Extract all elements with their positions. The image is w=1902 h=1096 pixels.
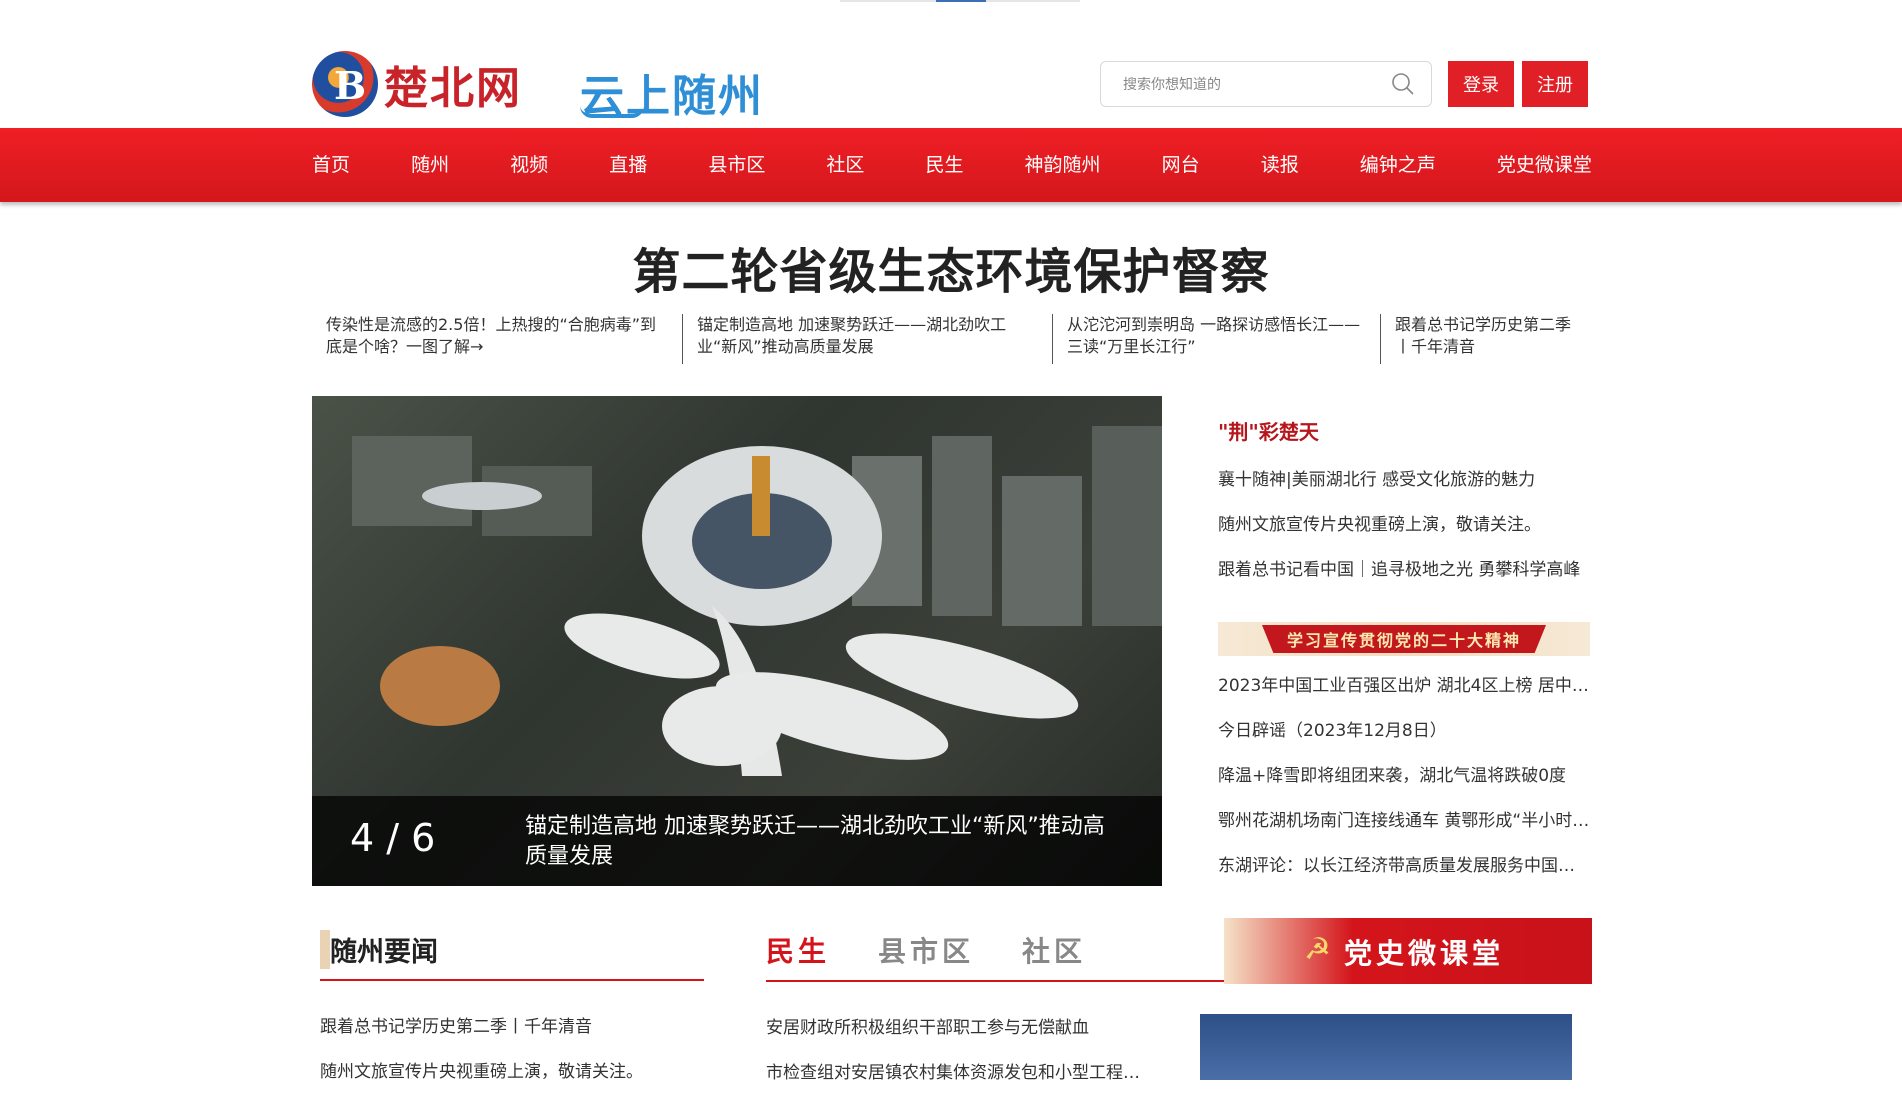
login-button[interactable]: 登录 (1448, 61, 1514, 107)
subhead-link[interactable]: 传染性是流感的2.5倍！上热搜的“合胞病毒”到底是个啥？一图了解→ (312, 314, 682, 364)
site-header: B 楚北网 云上随州 登录 注册 (312, 48, 1588, 122)
headline[interactable]: 第二轮省级生态环境保护督察 (0, 232, 1902, 302)
logo-mark-icon: B (312, 51, 378, 117)
list-item[interactable]: 2023年中国工业百强区出炉 湖北4区上榜 居中部第一 (1218, 664, 1590, 709)
subhead-link[interactable]: 锚定制造高地 加速聚势跃迁——湖北劲吹工业“新风”推动高质量发展 (682, 314, 1052, 364)
nav-item-video[interactable]: 视频 (510, 128, 548, 202)
nav-item-home[interactable]: 首页 (312, 128, 350, 202)
list-item[interactable]: 襄十随神|美丽湖北行 感受文化旅游的魅力 (1218, 458, 1590, 503)
hammer-sickle-icon: ☭ (1304, 932, 1331, 967)
party-banner-text: 党史微课堂 (1344, 937, 1505, 970)
logo-text: 楚北网 (384, 63, 522, 114)
list-item[interactable]: 降温+降雪即将组团来袭，湖北气温将跌破0度 (1218, 754, 1590, 799)
nav-item-live[interactable]: 直播 (609, 128, 647, 202)
news-list: 跟着总书记学历史第二季丨千年清音 随州文旅宣传片央视重磅上演，敬请关注。 (320, 1005, 704, 1095)
list-item[interactable]: 跟着总书记看中国｜追寻极地之光 勇攀科学高峰 (1218, 548, 1590, 593)
top-progress-active (936, 0, 986, 2)
tab-community[interactable]: 社区 (1022, 930, 1086, 984)
nav-item-tv[interactable]: 网台 (1162, 128, 1200, 202)
slide-caption-bar: 4 / 6 锚定制造高地 加速聚势跃迁——湖北劲吹工业“新风”推动高质量发展 (312, 796, 1162, 886)
slide-caption[interactable]: 锚定制造高地 加速聚势跃迁——湖北劲吹工业“新风”推动高质量发展 (525, 812, 1125, 872)
list-item[interactable]: 随州文旅宣传片央视重磅上演，敬请关注。 (1218, 503, 1590, 548)
list-item[interactable]: 东湖评论：以长江经济带高质量发展服务中国式现代化 (1218, 844, 1590, 889)
site-logo[interactable]: B 楚北网 (312, 48, 542, 120)
top-progress-line (840, 0, 1080, 2)
search-icon[interactable] (1391, 72, 1415, 96)
tab-livelihood[interactable]: 民生 (766, 930, 830, 984)
nav-item-party-history[interactable]: 党史微课堂 (1497, 128, 1592, 202)
list-item[interactable]: 鄂州花湖机场南门连接线通车 黄鄂形成“半小时经济圈” (1218, 799, 1590, 844)
list-item[interactable]: 今日辟谣（2023年12月8日） (1218, 709, 1590, 754)
main-nav: 首页 随州 视频 直播 县市区 社区 民生 神韵随州 网台 读报 编钟之声 党史… (0, 128, 1902, 202)
section-title: 随州要闻 (320, 930, 704, 969)
video-thumbnail[interactable] (1200, 1014, 1572, 1080)
brand-wave-icon (580, 106, 644, 118)
nav-item-read-paper[interactable]: 读报 (1261, 128, 1299, 202)
tab-news-list: 安居财政所积极组织干部职工参与无偿献血 市检查组对安居镇农村集体资源发包和小型工… (766, 1006, 1146, 1096)
list-item[interactable]: 安居财政所积极组织干部职工参与无偿献血 (766, 1006, 1146, 1051)
news-list: 2023年中国工业百强区出炉 湖北4区上榜 居中部第一 今日辟谣（2023年12… (1218, 664, 1590, 889)
nav-item-suizhou[interactable]: 随州 (411, 128, 449, 202)
section-divider (320, 979, 704, 981)
nav-item-counties[interactable]: 县市区 (708, 128, 765, 202)
list-item[interactable]: 市检查组对安居镇农村集体资源发包和小型工程项目进行检查 (766, 1051, 1146, 1096)
party-history-banner[interactable]: ☭ 党史微课堂 (1224, 918, 1592, 984)
subhead-link[interactable]: 跟着总书记学历史第二季丨千年清音 (1380, 314, 1592, 364)
list-item[interactable]: 跟着总书记学历史第二季丨千年清音 (320, 1005, 704, 1050)
nav-item-community[interactable]: 社区 (826, 128, 864, 202)
tab-underline (766, 980, 1262, 982)
search-box (1100, 61, 1432, 107)
image-slider[interactable]: 4 / 6 锚定制造高地 加速聚势跃迁——湖北劲吹工业“新风”推动高质量发展 (312, 396, 1162, 886)
tab-bar: 民生 县市区 社区 (766, 930, 1170, 984)
tab-counties[interactable]: 县市区 (878, 930, 974, 984)
partner-brand-logo[interactable]: 云上随州 (580, 60, 764, 124)
news-list: 襄十随神|美丽湖北行 感受文化旅游的魅力 随州文旅宣传片央视重磅上演，敬请关注。… (1218, 458, 1590, 593)
study-banner[interactable]: 学习宣传贯彻党的二十大精神 (1218, 622, 1590, 656)
section-title: "荆"彩楚天 (1218, 420, 1319, 444)
search-input[interactable] (1121, 72, 1375, 98)
slide-counter: 4 / 6 (350, 816, 436, 860)
nav-item-livelihood[interactable]: 民生 (925, 128, 963, 202)
nav-item-charm-suizhou[interactable]: 神韵随州 (1025, 128, 1101, 202)
register-button[interactable]: 注册 (1522, 61, 1588, 107)
study-banner-text: 学习宣传贯彻党的二十大精神 (1262, 625, 1546, 653)
subheadlines: 传染性是流感的2.5倍！上热搜的“合胞病毒”到底是个啥？一图了解→ 锚定制造高地… (312, 314, 1592, 364)
nav-item-bell-voice[interactable]: 编钟之声 (1360, 128, 1436, 202)
list-item[interactable]: 随州文旅宣传片央视重磅上演，敬请关注。 (320, 1050, 704, 1095)
subhead-link[interactable]: 从沱沱河到崇明岛 一路探访感悟长江——三读“万里长江行” (1052, 314, 1380, 364)
suizhou-news-section: 随州要闻 跟着总书记学历史第二季丨千年清音 随州文旅宣传片央视重磅上演，敬请关注… (320, 930, 704, 1095)
